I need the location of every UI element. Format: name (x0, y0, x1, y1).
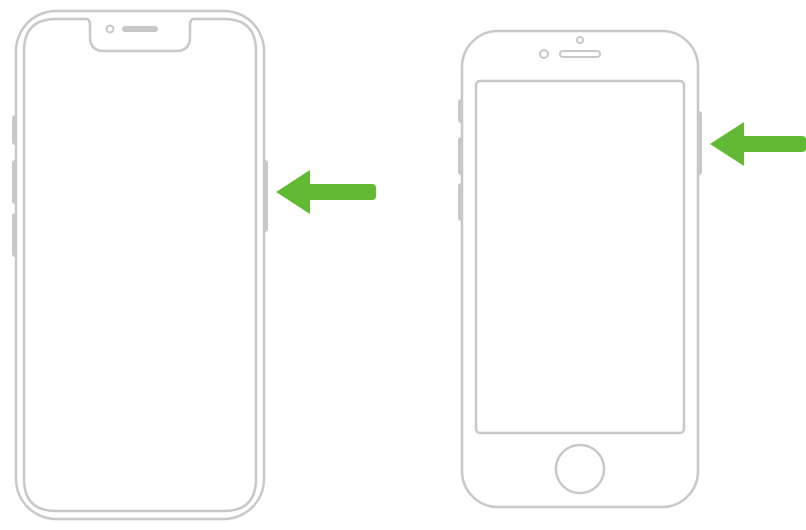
arrow-icon (706, 120, 806, 168)
phone-homebutton-svg (456, 25, 704, 513)
diagram-canvas (0, 0, 806, 530)
phone-faceid (10, 5, 270, 530)
arrow-to-side-button-faceid (272, 168, 376, 221)
arrow-icon (272, 168, 376, 216)
arrow-to-side-button-homebutton (706, 120, 806, 173)
home-button (556, 445, 604, 493)
earpiece-speaker (122, 26, 158, 32)
phone-homebutton (456, 25, 704, 518)
phone-screen-outline (476, 81, 684, 433)
phone-faceid-svg (10, 5, 270, 525)
phone-body (16, 11, 264, 519)
